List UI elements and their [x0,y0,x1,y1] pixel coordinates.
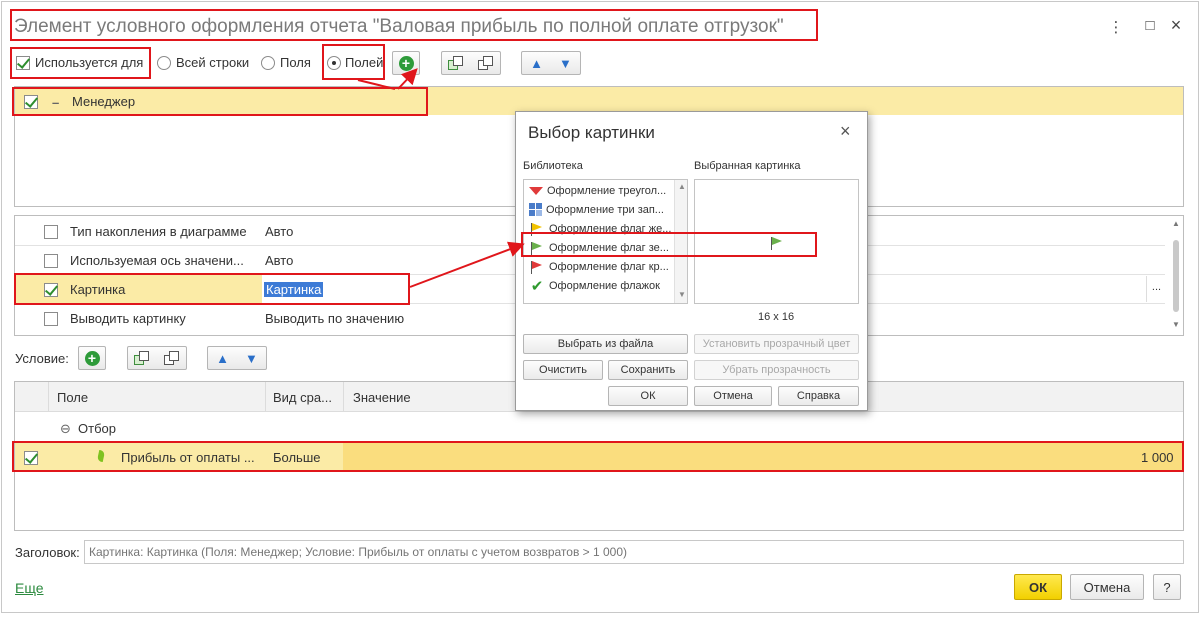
annotation-arrows [357,68,525,288]
arrow-fields-to-add [397,68,418,90]
arrow-fields-to-manager [357,79,396,90]
arrow-picture-to-flag [409,241,525,288]
